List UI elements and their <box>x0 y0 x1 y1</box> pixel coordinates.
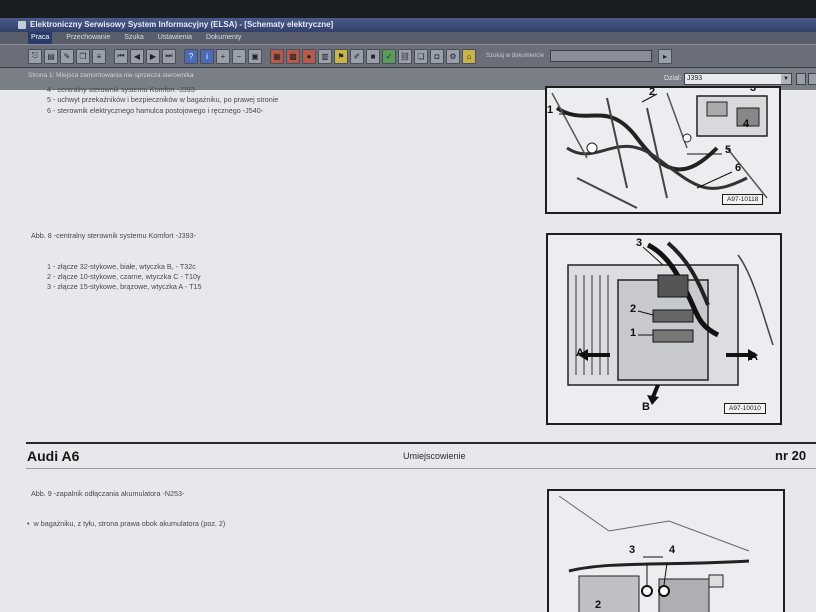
callout-label: 3 <box>636 237 643 249</box>
copy-icon[interactable]: ❐ <box>76 48 90 64</box>
filter-text: Strona 1: Miejsca zamontowania nie-sprze… <box>28 72 194 79</box>
zoom-in-icon[interactable]: + <box>216 48 230 64</box>
edit-icon[interactable]: ✎ <box>60 48 74 64</box>
figure-caption: Abb. 8 -centralny sterownik systemu Komf… <box>31 231 196 240</box>
first-page-icon[interactable]: ⏮ <box>114 48 128 64</box>
print-icon[interactable]: ▤ <box>44 48 58 64</box>
callout-label: A <box>750 351 758 363</box>
figure-caption: Abb. 9 -zapalnik odłączania akumulatora … <box>31 489 185 498</box>
window-title: Elektroniczny Serwisowy System Informacy… <box>30 20 334 29</box>
book-icon[interactable]: ❏ <box>414 48 428 64</box>
link-icon[interactable]: ⛓ <box>398 48 412 64</box>
callout-label: 2 <box>630 303 637 315</box>
list-item: 4 - centralny sterownik systemu Komfort … <box>47 85 198 94</box>
search-input[interactable] <box>550 50 653 62</box>
next-page-icon[interactable]: ▶ <box>146 48 160 64</box>
list-item: 5 - uchwyt przekaźników i bezpieczników … <box>47 95 279 104</box>
chevron-down-icon[interactable]: ▼ <box>781 74 791 84</box>
callout-label: 3 <box>629 544 636 556</box>
bullet-text: w bagażniku, z tyłu, strona prawa obok a… <box>33 519 226 528</box>
stop-icon[interactable]: ● <box>302 48 316 64</box>
callout-label: A <box>576 347 584 359</box>
search-label: Szukaj w dokumencie <box>486 53 545 59</box>
prev-page-icon[interactable]: ◀ <box>130 48 144 64</box>
notes-icon[interactable]: ≡ <box>92 48 106 64</box>
menu-dokumenty[interactable]: Dokumenty <box>206 32 241 44</box>
menu-ustawienia[interactable]: Ustawienia <box>158 32 192 44</box>
menu-bar: Praca Przechowanie Szuka Ustawienia Doku… <box>0 32 816 44</box>
view-icon[interactable]: ▣ <box>248 48 262 64</box>
highlight-icon[interactable]: ▩ <box>286 48 300 64</box>
filter-apply-button[interactable] <box>796 73 806 85</box>
document-view[interactable]: 4 - centralny sterownik systemu Komfort … <box>0 85 816 612</box>
callout-label: 1 <box>630 327 637 339</box>
info-icon[interactable]: i <box>200 48 214 64</box>
list-item: 6 - sterownik elektrycznego hamulca post… <box>47 106 264 115</box>
list-item: 3 - złącze 15-stykowe, brązowe, wtyczka … <box>47 282 202 291</box>
menu-praca[interactable]: Praca <box>28 32 53 44</box>
section-header-number: nr 20 <box>775 448 807 463</box>
figure-3: 3 4 2 <box>547 489 785 612</box>
app-icon[interactable] <box>18 21 26 29</box>
callout-label: 4 <box>743 118 750 130</box>
square-icon[interactable]: ■ <box>366 48 380 64</box>
callout-label: 4 <box>669 544 676 556</box>
callout-label: 2 <box>595 599 602 611</box>
figure-2: 3 2 1 A A B A97-10010 <box>546 233 782 425</box>
exit-icon[interactable]: ⎋ <box>28 48 42 64</box>
dropdown-label: Dzial: <box>664 75 682 82</box>
disk-icon[interactable]: ◘ <box>430 48 444 64</box>
section-rule <box>26 442 816 444</box>
section-rule <box>26 468 816 469</box>
component-select[interactable]: J393 ▼ <box>684 73 792 85</box>
settings-icon[interactable]: ⚙ <box>446 48 460 64</box>
menu-przechowanie[interactable]: Przechowanie <box>66 32 110 44</box>
check-icon[interactable]: ✓ <box>382 48 396 64</box>
list-item: 1 - złącze 32-stykowe, białe, wtyczka B,… <box>47 262 196 271</box>
home-icon[interactable]: ⌂ <box>462 48 476 64</box>
filter-extra-button[interactable] <box>808 73 816 85</box>
pen-icon[interactable]: ✐ <box>350 48 364 64</box>
search-go-icon[interactable]: ▸ <box>658 48 673 64</box>
section-header-model: Audi A6 <box>27 448 80 464</box>
callout-label: 6 <box>735 162 742 174</box>
last-page-icon[interactable]: ⏭ <box>162 48 176 64</box>
component-select-value: J393 <box>687 75 703 82</box>
toolbar: ⎋ ▤ ✎ ❐ ≡ ⏮ ◀ ▶ ⏭ ? i + − ▣ ▦ ▩ ● ▥ ⚑ ✐ … <box>0 44 816 68</box>
zoom-out-icon[interactable]: − <box>232 48 246 64</box>
menu-szuka[interactable]: Szuka <box>124 32 143 44</box>
layers-icon[interactable]: ▥ <box>318 48 332 64</box>
list-item: • w bagażniku, z tyłu, strona prawa obok… <box>27 519 225 528</box>
callout-label: 2 <box>649 86 656 98</box>
mark-icon[interactable]: ▦ <box>270 48 284 64</box>
callout-label: 3 <box>750 86 757 94</box>
help-icon[interactable]: ? <box>184 48 198 64</box>
figure-1: 1 2 3 4 5 6 A97-10118 <box>545 86 781 214</box>
bullet-icon: • <box>27 519 30 528</box>
callout-label: 1 <box>547 104 554 116</box>
window-titlebar: Elektroniczny Serwisowy System Informacy… <box>0 18 816 32</box>
figure-reference: A97-10118 <box>722 194 764 205</box>
callout-label: 5 <box>725 144 732 156</box>
callout-label: B <box>642 401 650 413</box>
section-header-title: Umiejscowienie <box>403 451 466 461</box>
figure-reference: A97-10010 <box>724 403 766 414</box>
flag-icon[interactable]: ⚑ <box>334 48 348 64</box>
list-item: 2 - złącze 10-stykowe, czarne, wtyczka C… <box>47 272 201 281</box>
